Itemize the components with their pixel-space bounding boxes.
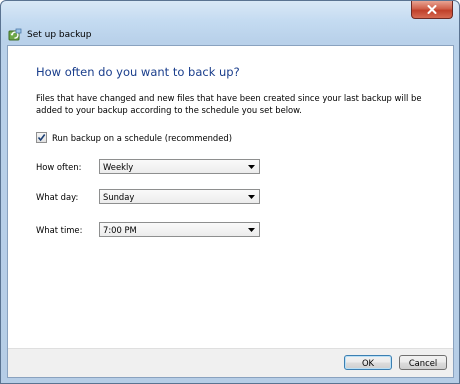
backup-icon bbox=[8, 28, 22, 41]
dropdown-arrow-icon bbox=[248, 227, 255, 232]
what-time-select[interactable]: 7:00 PM bbox=[99, 222, 260, 237]
what-time-label: What time: bbox=[36, 225, 83, 235]
close-button[interactable] bbox=[411, 1, 453, 19]
schedule-option[interactable]: Run backup on a schedule (recommended) bbox=[36, 132, 232, 143]
what-day-select[interactable]: Sunday bbox=[99, 189, 260, 204]
page-description: Files that have changed and new files th… bbox=[36, 93, 422, 115]
how-often-value: Weekly bbox=[103, 161, 134, 172]
how-often-select[interactable]: Weekly bbox=[99, 159, 260, 174]
how-often-label: How often: bbox=[36, 162, 82, 172]
close-icon bbox=[427, 5, 437, 14]
dropdown-arrow-icon bbox=[248, 164, 255, 169]
window-title: Set up backup bbox=[27, 30, 92, 40]
schedule-checkbox[interactable] bbox=[36, 132, 47, 143]
ok-button[interactable]: OK bbox=[344, 355, 392, 370]
dialog-content: How often do you want to back up? Files … bbox=[7, 45, 454, 378]
what-day-value: Sunday bbox=[103, 191, 135, 202]
what-time-value: 7:00 PM bbox=[103, 224, 137, 235]
page-heading: How often do you want to back up? bbox=[36, 65, 240, 79]
schedule-checkbox-label: Run backup on a schedule (recommended) bbox=[52, 132, 232, 143]
cancel-button[interactable]: Cancel bbox=[399, 355, 447, 370]
what-day-label: What day: bbox=[36, 192, 79, 202]
title-bar: Set up backup bbox=[7, 26, 91, 44]
button-bar: OK Cancel bbox=[8, 348, 453, 377]
dropdown-arrow-icon bbox=[248, 194, 255, 199]
checkmark-icon bbox=[37, 134, 46, 142]
backup-window: Set up backup How often do you want to b… bbox=[0, 0, 460, 384]
